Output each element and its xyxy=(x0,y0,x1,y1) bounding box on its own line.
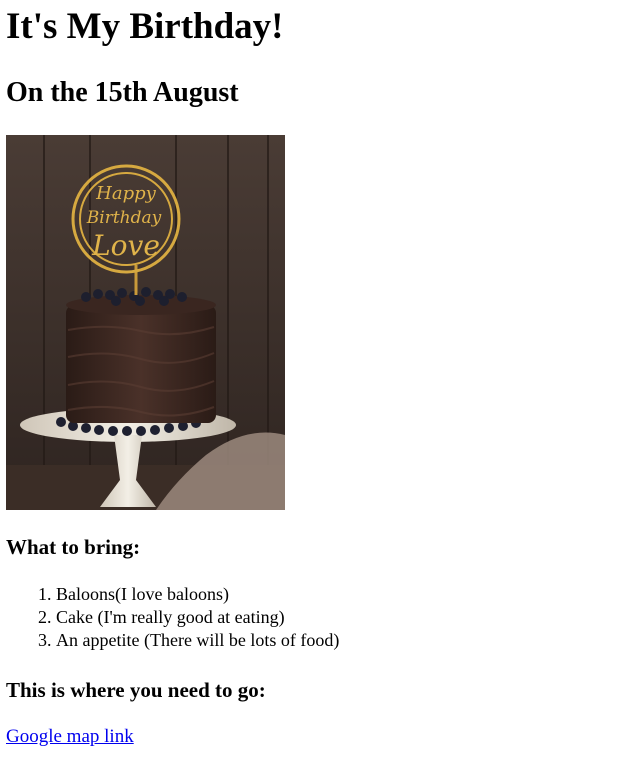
what-to-bring-heading: What to bring: xyxy=(6,535,141,559)
bring-list: Baloons(I love baloons) Cake (I'm really… xyxy=(0,583,339,652)
google-map-link[interactable]: Google map link xyxy=(6,725,134,749)
location-heading: This is where you need to go: xyxy=(6,678,266,702)
list-item: An appetite (There will be lots of food) xyxy=(56,629,339,652)
page: It's My Birthday! On the 15th August Hap… xyxy=(0,0,622,757)
list-item: Cake (I'm really good at eating) xyxy=(56,606,339,629)
birthday-cake-image: Happy Birthday Love xyxy=(6,135,285,510)
topper-text-happy: Happy xyxy=(95,183,156,204)
list-item: Baloons(I love baloons) xyxy=(56,583,339,606)
topper-text-love: Love xyxy=(91,229,160,262)
page-title: It's My Birthday! xyxy=(6,6,284,47)
topper-text-birthday: Birthday xyxy=(86,208,162,228)
page-subtitle: On the 15th August xyxy=(6,77,239,108)
